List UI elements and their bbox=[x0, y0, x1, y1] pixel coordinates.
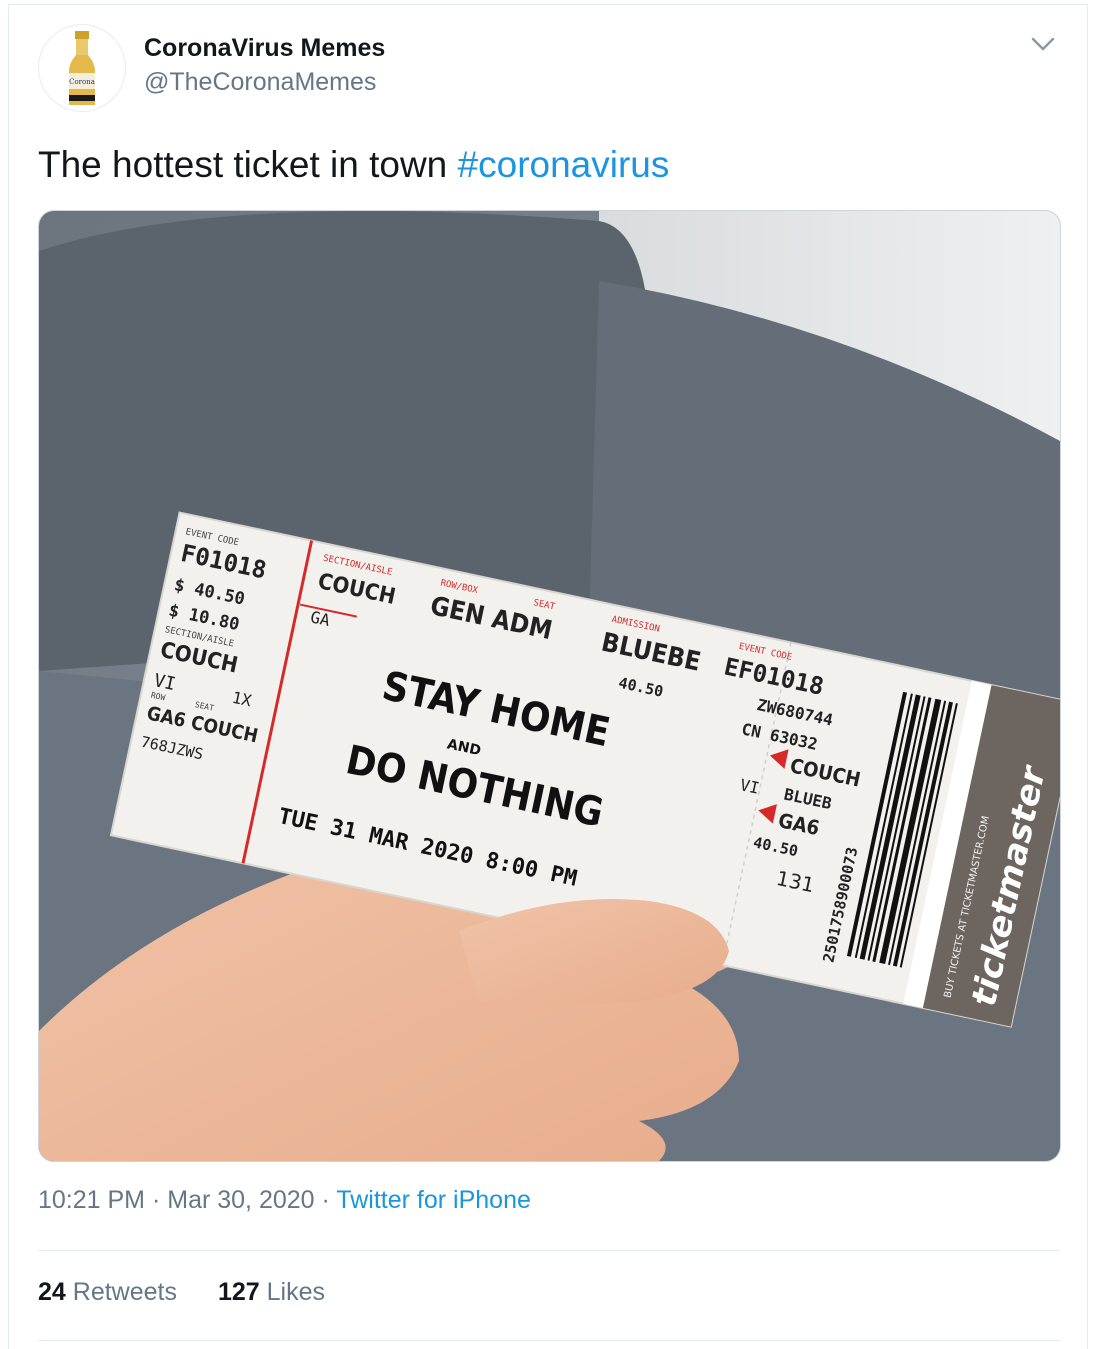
ticket-photo: EVENT CODE F01018 $ 40.50 $ 10.80 SECTIO… bbox=[39, 211, 1060, 1161]
divider bbox=[38, 1340, 1060, 1341]
tweet-time[interactable]: 10:21 PM bbox=[38, 1186, 145, 1214]
beer-bottle-icon: Corona bbox=[69, 31, 95, 105]
avatar-brand-text: Corona bbox=[69, 78, 95, 86]
user-handle[interactable]: @TheCoronaMemes bbox=[144, 68, 376, 97]
divider bbox=[38, 1250, 1060, 1251]
meta-separator-1: · bbox=[151, 1186, 161, 1214]
display-name[interactable]: CoronaVirus Memes bbox=[144, 34, 385, 63]
tweet-text: The hottest ticket in town #coronavirus bbox=[38, 144, 669, 186]
tweet-meta: 10:21 PM · Mar 30, 2020 · Twitter for iP… bbox=[38, 1186, 531, 1215]
retweets-count: 24 bbox=[38, 1278, 66, 1306]
likes-stat[interactable]: 127 Likes bbox=[218, 1278, 325, 1306]
retweets-stat[interactable]: 24 Retweets bbox=[38, 1278, 177, 1306]
tweet-stats: 24 Retweets 127 Likes bbox=[38, 1278, 359, 1307]
more-options-chevron-icon[interactable] bbox=[1030, 34, 1056, 54]
hashtag-link[interactable]: #coronavirus bbox=[458, 144, 670, 185]
tweet-source-link[interactable]: Twitter for iPhone bbox=[336, 1186, 531, 1214]
tweet-body: The hottest ticket in town bbox=[38, 144, 458, 185]
likes-count: 127 bbox=[217, 1278, 260, 1306]
retweets-label: Retweets bbox=[72, 1278, 177, 1306]
tweet-date[interactable]: Mar 30, 2020 bbox=[167, 1186, 314, 1214]
tweet-image[interactable]: EVENT CODE F01018 $ 40.50 $ 10.80 SECTIO… bbox=[38, 210, 1061, 1162]
avatar[interactable]: Corona bbox=[38, 24, 126, 112]
likes-label: Likes bbox=[266, 1278, 325, 1306]
right-vi: VI bbox=[738, 775, 761, 798]
meta-separator-2: · bbox=[321, 1186, 330, 1214]
